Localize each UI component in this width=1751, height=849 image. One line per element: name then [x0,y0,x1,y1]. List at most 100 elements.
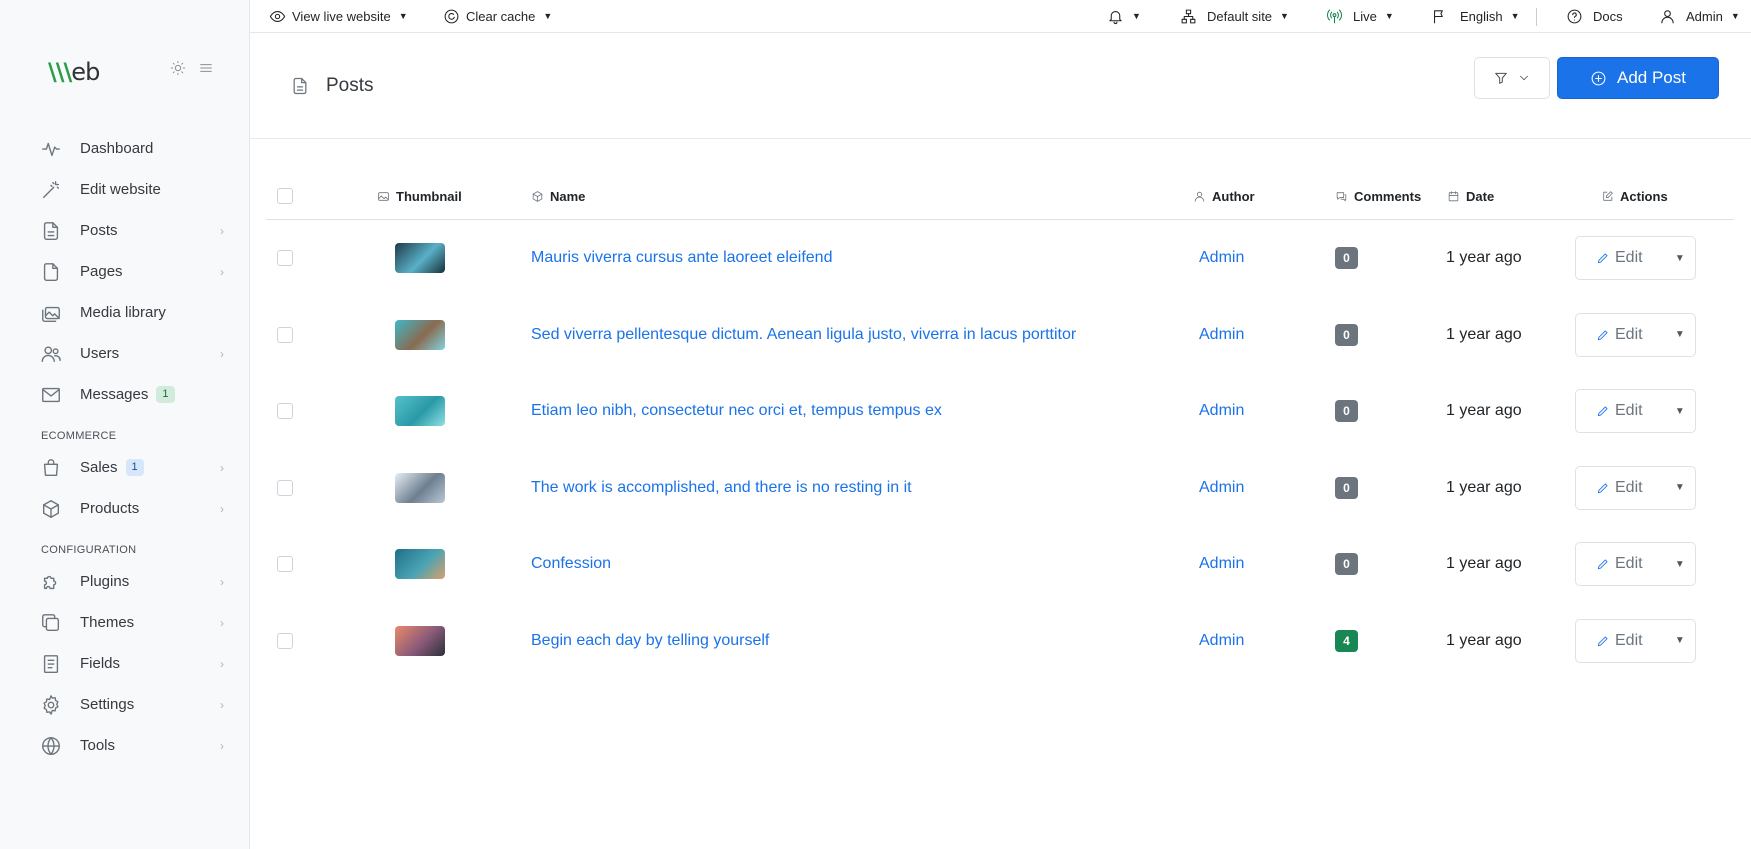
gear-icon [40,694,62,716]
page-header: Posts Add Post [250,33,1751,139]
sidebar-item-sales[interactable]: Sales 1 › [40,447,230,488]
docs-link[interactable]: Docs [1566,0,1623,33]
edit-button[interactable]: Edit [1576,632,1665,650]
view-live-website-menu[interactable]: View live website ▼ [269,0,408,33]
sidebar-item-posts[interactable]: Posts › [40,210,230,251]
post-title-link[interactable]: Etiam leo nibh, consectetur nec orci et,… [531,402,942,420]
edit-button[interactable]: Edit [1576,479,1665,497]
header-date[interactable]: Date [1447,172,1494,220]
row-checkbox[interactable] [277,479,293,496]
edit-button-group: Edit ▼ [1575,542,1696,587]
post-title-link[interactable]: Begin each day by telling yourself [531,632,769,650]
comments-count-badge[interactable]: 0 [1335,400,1358,423]
edit-dropdown-toggle[interactable]: ▼ [1665,406,1695,417]
select-all-checkbox[interactable] [277,188,293,204]
edit-button[interactable]: Edit [1576,402,1665,420]
edit-button-group: Edit ▼ [1575,236,1696,281]
section-ecommerce: ECOMMERCE [41,430,117,442]
post-thumbnail[interactable] [395,549,445,580]
topbar: View live website ▼ Clear cache ▼ ▼ Defaul… [250,0,1751,33]
clear-cache-menu[interactable]: Clear cache ▼ [443,0,552,33]
post-date: 1 year ago [1446,402,1522,420]
sidebar-item-fields[interactable]: Fields › [40,643,230,684]
sitemap-icon [1181,9,1196,23]
post-author-link[interactable]: Admin [1199,632,1244,650]
post-date: 1 year ago [1446,555,1522,573]
edit-dropdown-toggle[interactable]: ▼ [1665,635,1695,646]
row-checkbox[interactable] [277,250,293,267]
post-thumbnail[interactable] [395,396,445,427]
post-author-link[interactable]: Admin [1199,326,1244,344]
post-author-link[interactable]: Admin [1199,402,1244,420]
comments-count-badge[interactable]: 0 [1335,553,1358,576]
activity-icon [40,138,62,160]
live-status-menu[interactable]: Live ▼ [1326,0,1394,33]
header-author[interactable]: Author [1193,172,1255,220]
post-title-link[interactable]: Confession [531,555,611,573]
comments-count-badge[interactable]: 0 [1335,323,1358,346]
chevron-right-icon: › [220,460,224,475]
post-author-link[interactable]: Admin [1199,249,1244,267]
pencil-icon [1597,559,1608,570]
post-author-link[interactable]: Admin [1199,479,1244,497]
post-thumbnail[interactable] [395,319,445,350]
chevron-right-icon: › [220,223,224,238]
row-checkbox[interactable] [277,326,293,343]
sidebar-item-plugins[interactable]: Plugins › [40,561,230,602]
site-selector[interactable]: Default site ▼ [1180,0,1289,33]
sidebar-item-pages[interactable]: Pages › [40,251,230,292]
edit-dropdown-toggle[interactable]: ▼ [1665,329,1695,340]
add-post-button[interactable]: Add Post [1557,57,1719,99]
sidebar-item-label: Products [80,500,140,517]
filter-button[interactable] [1474,57,1550,99]
sidebar-item-tools[interactable]: Tools › [40,725,230,766]
user-menu[interactable]: Admin ▼ [1659,0,1740,33]
post-author-link[interactable]: Admin [1199,555,1244,573]
sidebar-item-messages[interactable]: Messages 1 [40,374,230,415]
sidebar-item-themes[interactable]: Themes › [40,602,230,643]
comments-count-badge[interactable]: 0 [1335,476,1358,499]
sidebar-item-users[interactable]: Users › [40,333,230,374]
edit-dropdown-toggle[interactable]: ▼ [1665,253,1695,264]
sidebar-item-dashboard[interactable]: Dashboard [40,128,230,169]
refresh-icon [444,9,459,23]
edit-button[interactable]: Edit [1576,326,1665,344]
row-checkbox[interactable] [277,556,293,573]
comments-count-badge[interactable]: 0 [1335,247,1358,270]
edit-button[interactable]: Edit [1576,249,1665,267]
menu-icon[interactable] [198,60,214,76]
post-date: 1 year ago [1446,478,1522,496]
sidebar-item-settings[interactable]: Settings › [40,684,230,725]
edit-button-group: Edit ▼ [1575,312,1696,357]
chevron-right-icon: › [220,615,224,630]
sidebar-item-edit-website[interactable]: Edit website [40,169,230,210]
row-checkbox[interactable] [277,403,293,420]
row-checkbox[interactable] [277,632,293,649]
header-comments[interactable]: Comments [1335,172,1421,220]
sidebar-item-media-library[interactable]: Media library [40,292,230,333]
post-title-link[interactable]: Sed viverra pellentesque dictum. Aenean … [531,326,1076,344]
edit-button[interactable]: Edit [1576,555,1665,573]
edit-dropdown-toggle[interactable]: ▼ [1665,559,1695,570]
header-thumbnail[interactable]: Thumbnail [377,172,462,220]
table-header: Thumbnail Name Author Comments Date Acti… [266,172,1734,220]
broadcast-icon [1327,9,1342,23]
sidebar-item-products[interactable]: Products › [40,488,230,529]
chevron-right-icon: › [220,697,224,712]
post-title-link[interactable]: Mauris viverra cursus ante laoreet eleif… [531,249,832,267]
notifications-menu[interactable]: ▼ [1107,0,1141,33]
chevron-right-icon: › [220,264,224,279]
post-thumbnail[interactable] [395,472,445,503]
brand-logo[interactable]: \\\eb [48,58,100,86]
theme-toggle-sun-icon[interactable] [170,60,186,76]
post-thumbnail[interactable] [395,625,445,656]
shopping-bag-icon [40,457,62,479]
table-row: Confession Admin 0 1 year ago Edit ▼ [266,526,1734,603]
header-name[interactable]: Name [531,172,585,220]
post-title-link[interactable]: The work is accomplished, and there is n… [531,479,912,497]
comments-count-badge[interactable]: 4 [1335,629,1358,652]
post-thumbnail[interactable] [395,243,445,274]
edit-button-group: Edit ▼ [1575,389,1696,434]
edit-dropdown-toggle[interactable]: ▼ [1665,482,1695,493]
language-menu[interactable]: English ▼ [1431,0,1520,33]
